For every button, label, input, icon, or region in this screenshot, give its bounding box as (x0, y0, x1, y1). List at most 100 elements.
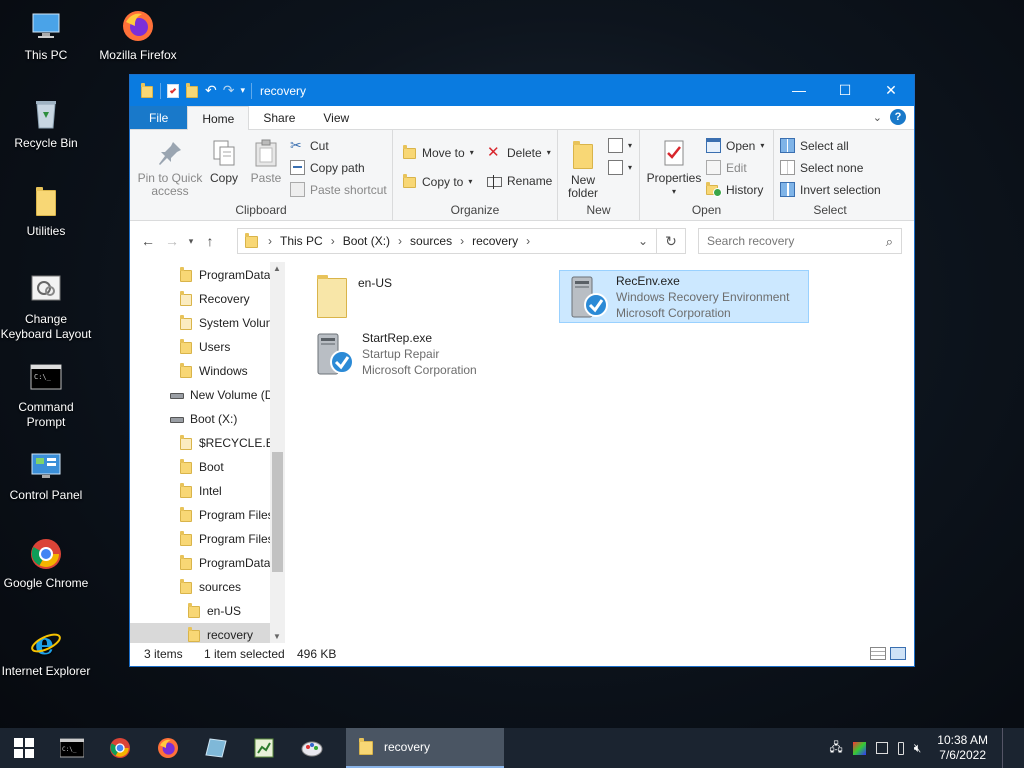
breadcrumb-this-pc[interactable]: This PC (280, 234, 323, 248)
color-icon[interactable] (852, 741, 866, 755)
nav-item[interactable]: en-US (187, 599, 241, 623)
desktop-icon-internet-explorer[interactable]: e Internet Explorer (0, 624, 92, 679)
start-button[interactable] (0, 728, 48, 768)
nav-item[interactable]: Recovery (179, 287, 250, 311)
refresh-button[interactable]: ↻ (657, 228, 686, 254)
paste-shortcut-button[interactable]: Paste shortcut (290, 182, 387, 197)
nav-item[interactable]: Intel (179, 479, 222, 503)
customize-qat-icon[interactable]: ▾ (240, 85, 245, 96)
nav-item[interactable]: ProgramData (179, 551, 270, 575)
taskbar-explorer-recovery[interactable]: recovery (346, 728, 504, 768)
taskbar-firefox[interactable] (144, 728, 192, 768)
taskbar-app-3[interactable] (288, 728, 336, 768)
cut-button[interactable]: ✂ Cut (290, 138, 329, 153)
desktop-icon-utilities[interactable]: Utilities (0, 184, 92, 239)
tab-share[interactable]: Share (249, 106, 309, 129)
nav-item[interactable]: New Volume (D (170, 383, 273, 407)
scroll-down-icon[interactable]: ▼ (273, 632, 281, 641)
nav-item[interactable]: Program Files (179, 503, 274, 527)
forward-button[interactable]: → (160, 233, 184, 249)
new-folder-button[interactable]: New folder (566, 140, 600, 200)
nav-item[interactable]: recovery (130, 623, 270, 643)
address-dropdown-icon[interactable]: ⌄ (638, 234, 648, 248)
large-icons-view-icon[interactable] (890, 647, 906, 660)
taskbar-app-2[interactable] (240, 728, 288, 768)
easy-access-button[interactable]: ▾ (608, 160, 632, 175)
breadcrumb-sources[interactable]: sources (410, 234, 452, 248)
new-item-button[interactable]: ▾ (608, 138, 632, 153)
usb-icon[interactable] (897, 741, 904, 755)
close-button[interactable]: ✕ (868, 75, 914, 105)
nav-item[interactable]: ProgramData (179, 263, 270, 287)
history-button[interactable]: History (706, 182, 763, 197)
address-bar[interactable]: › This PC › Boot (X:) › sources › recove… (237, 228, 657, 254)
maximize-button[interactable]: ☐ (822, 75, 868, 105)
network-icon[interactable]: 🖧 (829, 738, 842, 759)
recent-locations-button[interactable]: ▾ (184, 236, 198, 247)
up-button[interactable]: ↑ (198, 233, 222, 249)
tab-view[interactable]: View (309, 106, 363, 129)
new-folder-icon[interactable] (185, 82, 199, 99)
expand-ribbon-icon[interactable]: ⌄ (873, 111, 882, 124)
desktop-icon-recycle-bin[interactable]: Recycle Bin (0, 96, 92, 151)
nav-item[interactable]: Boot (X:) (170, 407, 237, 431)
desktop-icon-command-prompt[interactable]: C:\_ Command Prompt (0, 360, 92, 430)
taskbar-cmd[interactable]: C:\_ (48, 728, 96, 768)
open-button[interactable]: Open ▾ (706, 138, 764, 153)
grid-icon[interactable] (875, 742, 888, 754)
paste-button[interactable]: Paste (248, 138, 284, 185)
nav-item[interactable]: Users (179, 335, 230, 359)
minimize-button[interactable]: — (776, 75, 822, 105)
chevron-down-icon: ▾ (468, 177, 473, 186)
scrollbar-thumb[interactable] (272, 452, 283, 572)
folder-icon (187, 603, 201, 619)
file-item-startrep-exe[interactable]: StartRep.exe Startup Repair Microsoft Co… (312, 328, 552, 381)
edit-button[interactable]: Edit (706, 160, 747, 175)
copy-to-button[interactable]: Copy to ▾ (402, 174, 472, 189)
desktop-icon-this-pc[interactable]: This PC (0, 8, 92, 63)
pin-quick-access-button[interactable]: Pin to Quick access (136, 138, 204, 198)
pin-icon (155, 138, 185, 168)
delete-button[interactable]: ✕ Delete ▾ (487, 145, 551, 160)
nav-item[interactable]: Boot (179, 455, 224, 479)
scroll-up-icon[interactable]: ▲ (273, 264, 281, 273)
show-desktop-button[interactable] (1002, 728, 1006, 768)
rename-button[interactable]: Rename (487, 174, 552, 189)
copy-button[interactable]: Copy (206, 138, 242, 185)
file-item-recenv-exe[interactable]: RecEnv.exe Windows Recovery Environment … (559, 270, 809, 323)
title-bar[interactable]: ↶ ↷ ▾ recovery — ☐ ✕ (130, 75, 914, 106)
redo-icon[interactable]: ↷ (223, 82, 235, 99)
select-all-button[interactable]: Select all (780, 138, 849, 153)
properties-icon[interactable] (167, 83, 179, 98)
breadcrumb-recovery[interactable]: recovery (472, 234, 518, 248)
navigation-pane[interactable]: ProgramData Recovery System Volun Users Wind… (130, 262, 285, 643)
nav-item[interactable]: Windows (179, 359, 248, 383)
select-none-button[interactable]: Select none (780, 160, 863, 175)
desktop-icon-control-panel[interactable]: Control Panel (0, 448, 92, 503)
desktop-icon-firefox[interactable]: Mozilla Firefox (92, 8, 184, 63)
desktop-icon-keyboard-layout[interactable]: Change Keyboard Layout (0, 272, 92, 342)
clock[interactable]: 10:38 AM 7/6/2022 (937, 733, 988, 763)
taskbar-chrome[interactable] (96, 728, 144, 768)
navigation-scrollbar[interactable]: ▲ ▼ (270, 262, 285, 643)
back-button[interactable]: ← (136, 233, 160, 249)
move-to-button[interactable]: Move to ▾ (402, 145, 474, 160)
properties-button[interactable]: Properties ▾ (646, 138, 702, 198)
tab-home[interactable]: Home (187, 106, 250, 130)
tab-file[interactable]: File (130, 106, 188, 129)
invert-selection-button[interactable]: Invert selection (780, 182, 881, 197)
help-icon[interactable]: ? (890, 109, 906, 125)
search-box[interactable]: Search recovery ⌕ (698, 228, 902, 254)
details-view-icon[interactable] (870, 647, 886, 660)
nav-item[interactable]: System Volun (179, 311, 272, 335)
nav-item[interactable]: Program Files (179, 527, 274, 551)
volume-muted-icon[interactable]: 🔇︎ (914, 741, 922, 756)
taskbar-app-1[interactable] (192, 728, 240, 768)
file-item-en-us[interactable]: en-US (312, 272, 532, 324)
desktop-icon-chrome[interactable]: Google Chrome (0, 536, 92, 591)
breadcrumb-boot[interactable]: Boot (X:) (343, 234, 390, 248)
copy-path-button[interactable]: Copy path (290, 160, 365, 175)
undo-icon[interactable]: ↶ (205, 82, 217, 99)
nav-item[interactable]: sources (179, 575, 241, 599)
copy-to-icon (402, 174, 417, 189)
